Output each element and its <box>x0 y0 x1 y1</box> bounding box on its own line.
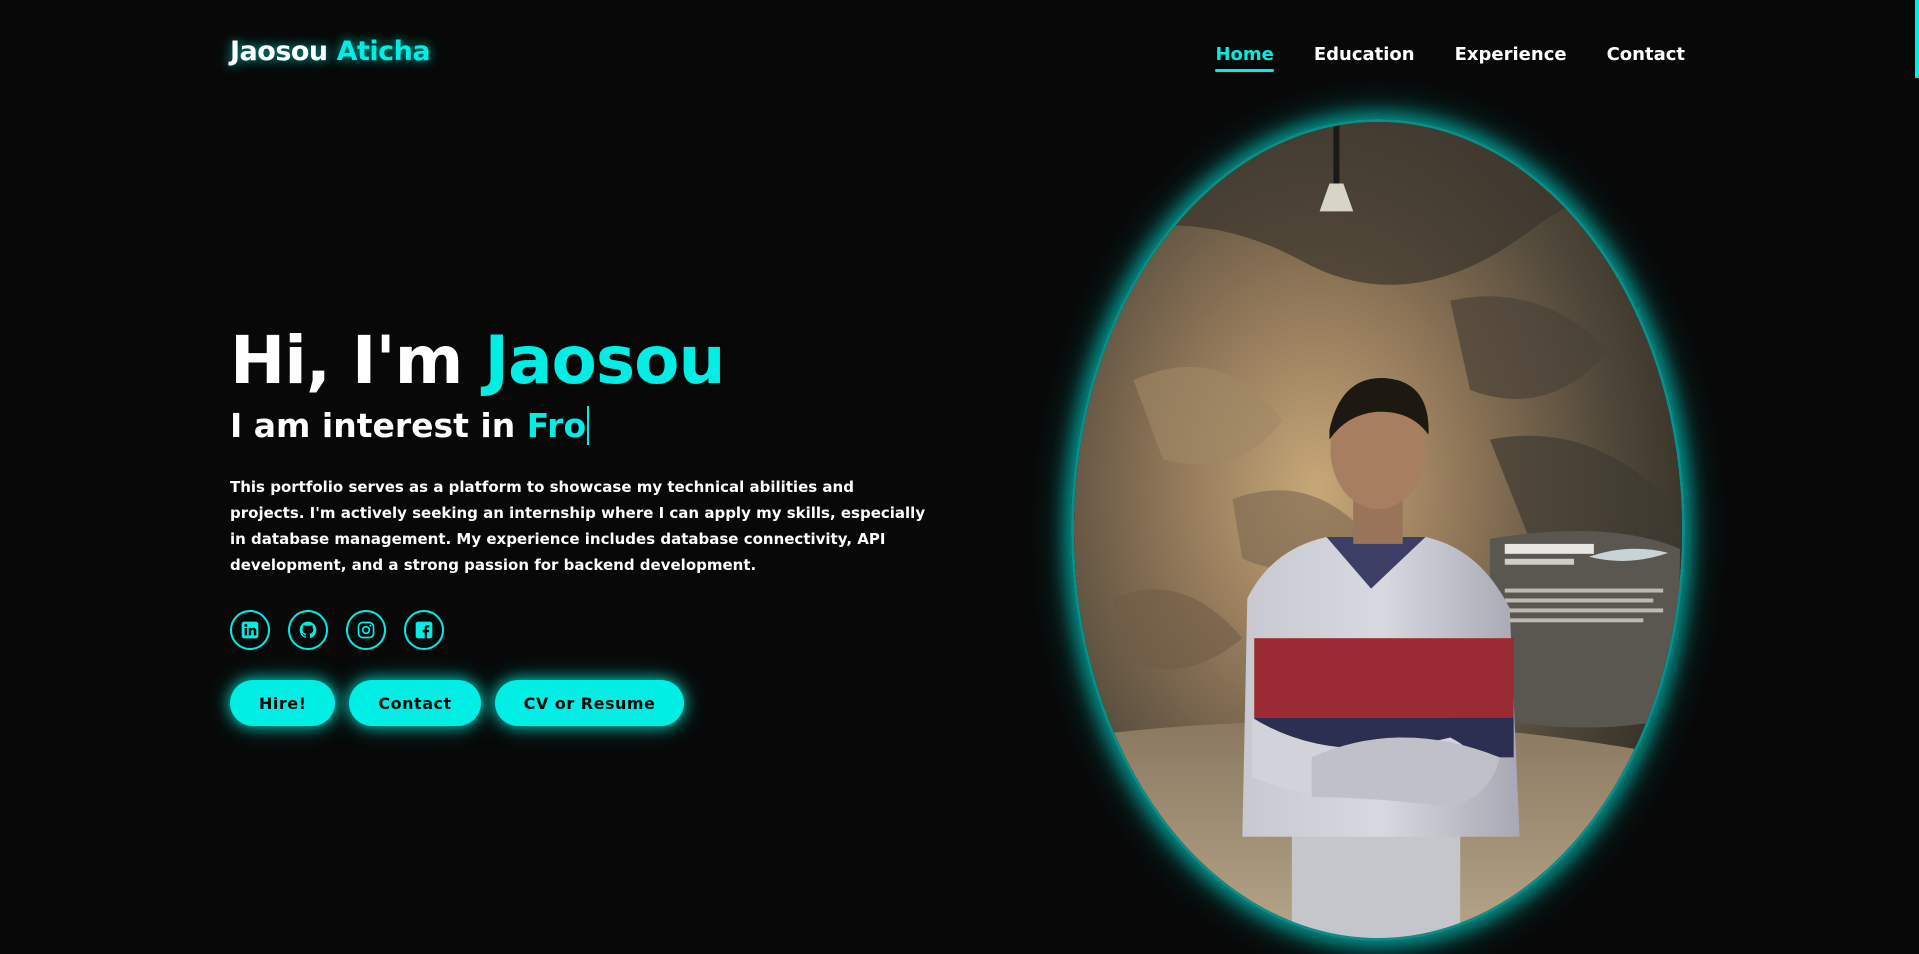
profile-photo <box>1071 119 1685 941</box>
nav-home[interactable]: Home <box>1215 44 1275 72</box>
typed-interest: Fro <box>526 406 590 445</box>
site-logo[interactable]: Jaosou Aticha <box>230 36 431 67</box>
hero-section: Hi, I'm Jaosou I am interest in Fro This… <box>230 318 950 726</box>
scrollbar-thumb[interactable] <box>1915 0 1919 78</box>
logo-first-name: Jaosou <box>230 36 328 67</box>
nav-education[interactable]: Education <box>1314 44 1415 69</box>
nav-contact[interactable]: Contact <box>1607 44 1685 69</box>
linkedin-icon <box>241 621 259 639</box>
hire-button[interactable]: Hire! <box>230 680 336 726</box>
page: Jaosou Aticha Home Education Experience … <box>0 0 1919 954</box>
nav-experience[interactable]: Experience <box>1455 44 1567 69</box>
linkedin-link[interactable] <box>230 610 270 650</box>
github-link[interactable] <box>288 610 328 650</box>
interest-prefix: I am interest in <box>230 406 516 445</box>
facebook-link[interactable] <box>404 610 444 650</box>
logo-last-name: Aticha <box>336 36 431 67</box>
profile-photo-image <box>1074 122 1682 938</box>
hero-title: Hi, I'm Jaosou <box>230 318 950 404</box>
facebook-icon <box>415 621 433 639</box>
cv-resume-button[interactable]: CV or Resume <box>494 680 685 726</box>
instagram-link[interactable] <box>346 610 386 650</box>
hero-subtitle: I am interest in Fro <box>230 404 950 448</box>
contact-button[interactable]: Contact <box>349 680 481 726</box>
hero-name: Jaosou <box>484 322 725 399</box>
social-links <box>230 610 950 650</box>
hero-description: This portfolio serves as a platform to s… <box>230 478 926 574</box>
main-nav: Home Education Experience Contact <box>1215 44 1685 72</box>
header: Jaosou Aticha Home Education Experience … <box>0 0 1919 110</box>
hero-greeting: Hi, I'm <box>230 322 463 399</box>
instagram-icon <box>357 621 375 639</box>
cta-buttons: Hire! Contact CV or Resume <box>230 680 950 726</box>
github-icon <box>299 621 317 639</box>
